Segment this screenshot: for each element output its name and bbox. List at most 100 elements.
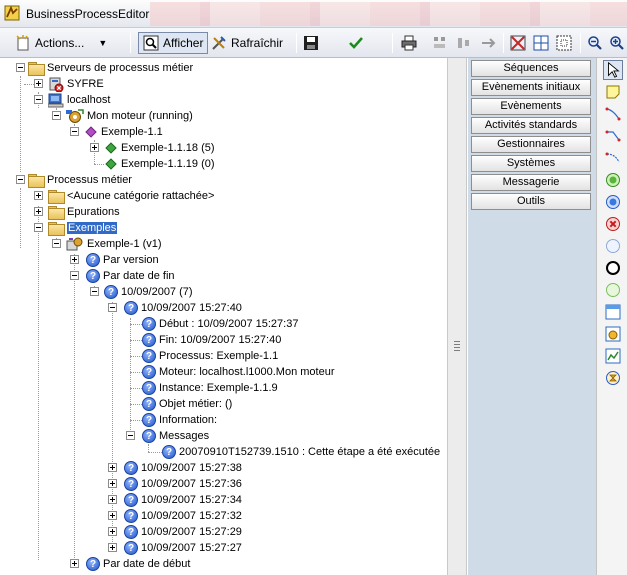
- question-icon: ?: [142, 413, 156, 427]
- tree-item-servers[interactable]: Serveurs de processus métier: [28, 60, 193, 76]
- tree-item-information[interactable]: ? Information:: [142, 412, 217, 428]
- expand-toggle[interactable]: [70, 559, 79, 568]
- dotted-grid-button[interactable]: [556, 32, 572, 54]
- tree-item-moteur-detail[interactable]: ? Moteur: localhost.l1000.Mon moteur: [142, 364, 334, 380]
- tree-item-moteur[interactable]: Mon moteur (running): [66, 108, 193, 124]
- palette-sequences-button[interactable]: Séquences: [471, 60, 591, 77]
- tree-item-exemple-1-v1[interactable]: Exemple-1 (v1): [66, 236, 162, 252]
- tree-item-exemple-1-1[interactable]: Exemple-1.1: [84, 124, 163, 140]
- start-event-tool-icon[interactable]: [605, 172, 621, 188]
- expand-toggle[interactable]: [70, 255, 79, 264]
- align-button-2[interactable]: [456, 32, 472, 54]
- empty-event-tool-icon[interactable]: [605, 238, 621, 254]
- expand-toggle[interactable]: [108, 527, 117, 536]
- print-button[interactable]: [401, 32, 417, 54]
- tree-item-instance-7[interactable]: ? 10/09/2007 15:27:27: [124, 540, 242, 556]
- align-button-1[interactable]: [432, 32, 448, 54]
- tree-item-localhost[interactable]: localhost: [48, 92, 110, 108]
- tree-item-instance-4[interactable]: ? 10/09/2007 15:27:34: [124, 492, 242, 508]
- collapse-toggle[interactable]: [52, 111, 61, 120]
- collapse-toggle[interactable]: [34, 95, 43, 104]
- question-icon: ?: [142, 429, 156, 443]
- grid-button[interactable]: [533, 32, 549, 54]
- tree-item-exemples[interactable]: Exemples: [48, 220, 118, 236]
- tree-label: Exemple-1.1: [101, 126, 163, 138]
- tree-item-objet-metier[interactable]: ? Objet métier: (): [142, 396, 232, 412]
- tree-item-fin[interactable]: ? Fin: 10/09/2007 15:27:40: [142, 332, 281, 348]
- tree-item-par-date-fin[interactable]: ? Par date de fin: [86, 268, 175, 284]
- tree-item-date-group[interactable]: ? 10/09/2007 (7): [104, 284, 193, 300]
- tree-item-epurations[interactable]: Epurations: [48, 204, 120, 220]
- tree-item-messages[interactable]: ? Messages: [142, 428, 209, 444]
- tree-item-debut[interactable]: ? Début : 10/09/2007 15:27:37: [142, 316, 298, 332]
- zoom-in-button[interactable]: [609, 32, 625, 54]
- tree-item-syfre[interactable]: SYFRE: [48, 76, 104, 92]
- chevron-down-icon: ▼: [98, 38, 108, 48]
- connector-dashed-tool-icon[interactable]: [605, 150, 621, 166]
- tree-item-par-date-debut[interactable]: ? Par date de début: [86, 556, 190, 572]
- collapse-toggle[interactable]: [52, 239, 61, 248]
- expand-toggle[interactable]: [108, 463, 117, 472]
- end-event-tool-icon[interactable]: [605, 260, 621, 276]
- expand-toggle[interactable]: [34, 79, 43, 88]
- palette-messagerie-button[interactable]: Messagerie: [471, 174, 591, 191]
- collapse-toggle[interactable]: [70, 127, 79, 136]
- tree-item-processus[interactable]: Processus métier: [28, 172, 132, 188]
- collapse-toggle[interactable]: [34, 223, 43, 232]
- tree-item-processus-detail[interactable]: ? Processus: Exemple-1.1: [142, 348, 278, 364]
- cut-button[interactable]: [510, 32, 526, 54]
- panel-splitter[interactable]: [447, 58, 467, 575]
- expand-toggle[interactable]: [90, 143, 99, 152]
- zoom-out-button[interactable]: [587, 32, 603, 54]
- tree-item-instance-2[interactable]: ? 10/09/2007 15:27:38: [124, 460, 242, 476]
- align-button-3[interactable]: [480, 32, 496, 54]
- tree-item-aucune[interactable]: <Aucune catégorie rattachée>: [48, 188, 214, 204]
- afficher-button[interactable]: Afficher: [138, 32, 209, 54]
- splitter-grip-icon[interactable]: [454, 341, 460, 351]
- tree-item-exemple-1-1-18[interactable]: Exemple-1.1.18 (5): [104, 140, 215, 156]
- collapse-toggle[interactable]: [126, 431, 135, 440]
- collapse-toggle[interactable]: [16, 175, 25, 184]
- connector-curve-tool-icon[interactable]: [605, 128, 621, 144]
- window-tool-icon[interactable]: [605, 304, 621, 320]
- palette-outils-button[interactable]: Outils: [471, 193, 591, 210]
- validate-button[interactable]: [348, 32, 364, 54]
- save-button[interactable]: [303, 32, 319, 54]
- tree-item-par-version[interactable]: ? Par version: [86, 252, 159, 268]
- process-tree[interactable]: Serveurs de processus métier SYFRE local…: [0, 58, 447, 575]
- intermediate-event-tool-icon[interactable]: [605, 194, 621, 210]
- tree-item-message[interactable]: ? 20070910T152739.1510 : Cette étape a é…: [162, 444, 440, 460]
- collapse-toggle[interactable]: [90, 287, 99, 296]
- gear-window-tool-icon[interactable]: [605, 326, 621, 342]
- error-event-tool-icon[interactable]: [605, 216, 621, 232]
- connector-tool-icon[interactable]: [605, 106, 621, 122]
- actions-menu-button[interactable]: Actions... ▼: [10, 32, 112, 54]
- collapse-toggle[interactable]: [108, 303, 117, 312]
- palette-activites-standards-button[interactable]: Activités standards: [471, 117, 591, 134]
- expand-toggle[interactable]: [34, 191, 43, 200]
- pointer-tool-icon[interactable]: [603, 60, 623, 80]
- palette-evenements-initiaux-button[interactable]: Evènements initiaux: [471, 79, 591, 96]
- green-event-tool-icon[interactable]: [605, 282, 621, 298]
- tree-item-exemple-1-1-19[interactable]: Exemple-1.1.19 (0): [104, 156, 215, 172]
- note-tool-icon[interactable]: [605, 84, 621, 100]
- chart-window-tool-icon[interactable]: [605, 348, 621, 364]
- tree-item-instance-5[interactable]: ? 10/09/2007 15:27:32: [124, 508, 242, 524]
- rafraichir-button[interactable]: Rafraîchir: [206, 32, 288, 54]
- question-icon: ?: [162, 445, 176, 459]
- tree-item-instance-1[interactable]: ? 10/09/2007 15:27:40: [124, 300, 242, 316]
- tree-item-instance-detail[interactable]: ? Instance: Exemple-1.1.9: [142, 380, 278, 396]
- timer-tool-icon[interactable]: [605, 370, 621, 386]
- expand-toggle[interactable]: [108, 479, 117, 488]
- palette-systemes-button[interactable]: Systèmes: [471, 155, 591, 172]
- palette-evenements-button[interactable]: Evènements: [471, 98, 591, 115]
- collapse-toggle[interactable]: [70, 271, 79, 280]
- tree-item-instance-3[interactable]: ? 10/09/2007 15:27:36: [124, 476, 242, 492]
- expand-toggle[interactable]: [34, 207, 43, 216]
- expand-toggle[interactable]: [108, 543, 117, 552]
- palette-gestionnaires-button[interactable]: Gestionnaires: [471, 136, 591, 153]
- expand-toggle[interactable]: [108, 511, 117, 520]
- expand-toggle[interactable]: [108, 495, 117, 504]
- tree-item-instance-6[interactable]: ? 10/09/2007 15:27:29: [124, 524, 242, 540]
- collapse-toggle[interactable]: [16, 63, 25, 72]
